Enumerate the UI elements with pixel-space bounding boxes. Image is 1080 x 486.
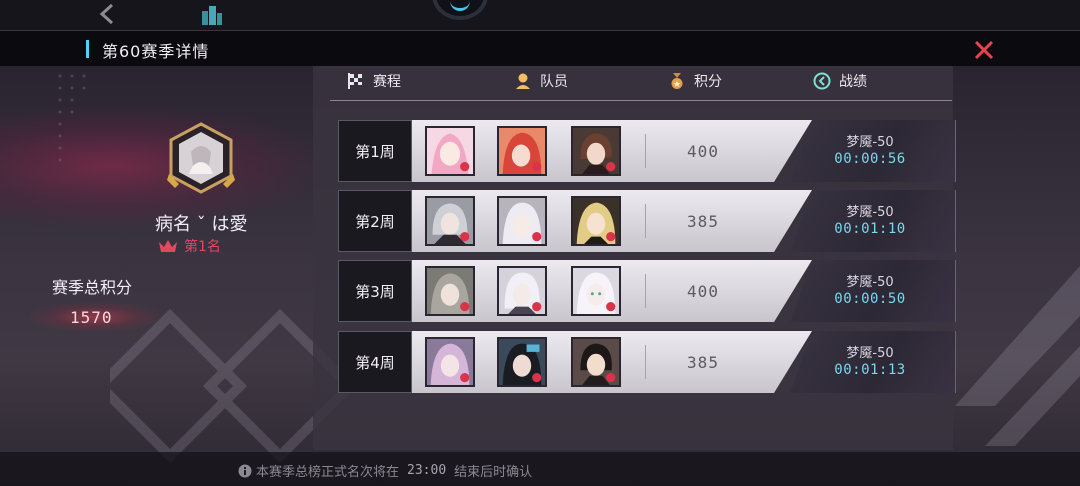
tab-record[interactable]: 战绩	[813, 70, 867, 92]
background-glow	[0, 106, 320, 226]
week-label[interactable]: 第2周	[338, 190, 412, 252]
member-portrait[interactable]	[425, 266, 475, 316]
back-arrow-icon[interactable]	[96, 2, 118, 26]
week-score: 385	[687, 352, 719, 372]
notice-time: 23:00	[407, 463, 447, 478]
checkered-flag-icon	[348, 73, 362, 89]
tab-label: 积分	[694, 74, 722, 90]
difficulty-label: 梦魇-50	[846, 275, 894, 290]
page-title: 第60赛季详情	[102, 42, 210, 61]
tab-members[interactable]: 队员	[514, 70, 568, 92]
clear-time: 00:00:56	[834, 151, 906, 167]
notice-prefix: 本赛季总榜正式名次将在	[256, 465, 400, 480]
medal-icon	[671, 73, 683, 89]
close-icon[interactable]	[972, 38, 996, 62]
row-divider	[645, 134, 646, 168]
member-portrait[interactable]	[571, 196, 621, 246]
dark-hair-character-icon	[499, 339, 545, 385]
crown-icon	[159, 240, 177, 252]
week-label[interactable]: 第4周	[338, 331, 412, 393]
lilac-hair-character-icon	[427, 339, 473, 385]
member-icon	[516, 73, 530, 89]
clear-time: 00:00:50	[834, 291, 906, 307]
tab-label: 赛程	[373, 74, 401, 90]
player-avatar[interactable]	[165, 122, 237, 194]
ash-hair-character-icon	[427, 268, 473, 314]
difficulty-label: 梦魇-50	[846, 205, 894, 220]
week-row[interactable]: 第2周 385 梦魇-50 00:01:10	[338, 190, 956, 252]
record-icon	[813, 72, 831, 90]
week-row[interactable]: 第1周 400 梦魇-50 00:00:56	[338, 120, 956, 182]
orb-button[interactable]	[432, 0, 488, 20]
difficulty-label: 梦魇-50	[846, 346, 894, 361]
member-portrait[interactable]	[425, 196, 475, 246]
red-hair-character-icon	[499, 128, 545, 174]
ranking-notice: 本赛季总榜正式名次将在 23:00 结束后时确认	[238, 461, 532, 480]
black-hair-character-icon	[573, 339, 619, 385]
tab-label: 战绩	[839, 74, 867, 90]
city-icon[interactable]	[200, 3, 224, 27]
member-portrait[interactable]	[425, 126, 475, 176]
title-accent-bar	[86, 40, 89, 58]
player-rank: 第1名	[158, 236, 221, 256]
grey-hair-character-icon	[427, 198, 473, 244]
dots-decoration	[58, 74, 86, 162]
white-hair-character-icon	[499, 198, 545, 244]
info-icon	[238, 464, 252, 477]
bottom-bar	[0, 452, 1080, 486]
player-name: 病名 ˇ は愛	[155, 214, 248, 235]
week-row[interactable]: 第3周 400 梦魇-50 00:00:50	[338, 260, 956, 322]
member-portrait[interactable]	[571, 337, 621, 387]
member-portrait[interactable]	[497, 337, 547, 387]
top-strip	[0, 0, 1080, 30]
week-score: 385	[687, 211, 719, 231]
rank-label: 第1名	[184, 239, 221, 255]
tab-schedule[interactable]: 赛程	[347, 70, 401, 92]
row-divider	[645, 204, 646, 238]
brown-hair-character-icon	[573, 128, 619, 174]
stripe-decoration	[955, 266, 1080, 446]
clear-time: 00:01:13	[834, 362, 906, 378]
member-portrait[interactable]	[497, 266, 547, 316]
week-row[interactable]: 第4周 385 梦魇-50 00:01:13	[338, 331, 956, 393]
silver-hair-character-icon	[499, 268, 545, 314]
pink-hair-character-icon	[427, 128, 473, 174]
week-score: 400	[687, 141, 719, 161]
row-divider	[645, 345, 646, 379]
week-label[interactable]: 第1周	[338, 120, 412, 182]
difficulty-label: 梦魇-50	[846, 135, 894, 150]
week-label[interactable]: 第3周	[338, 260, 412, 322]
total-score-label: 赛季总积分	[52, 278, 133, 297]
tab-points[interactable]: 积分	[668, 70, 722, 92]
blonde-hair-character-icon	[573, 198, 619, 244]
clear-time: 00:01:10	[834, 221, 906, 237]
row-divider	[645, 274, 646, 308]
notice-suffix: 结束后时确认	[454, 465, 533, 480]
tabs-divider	[330, 100, 952, 101]
member-portrait[interactable]	[571, 266, 621, 316]
member-portrait[interactable]	[497, 196, 547, 246]
pale-hair-character-icon	[573, 268, 619, 314]
tab-label: 队员	[540, 74, 568, 90]
member-portrait[interactable]	[497, 126, 547, 176]
week-score: 400	[687, 281, 719, 301]
member-portrait[interactable]	[571, 126, 621, 176]
member-portrait[interactable]	[425, 337, 475, 387]
total-score-value: 1570	[70, 308, 113, 327]
title-bar: 第60赛季详情	[0, 30, 1080, 66]
